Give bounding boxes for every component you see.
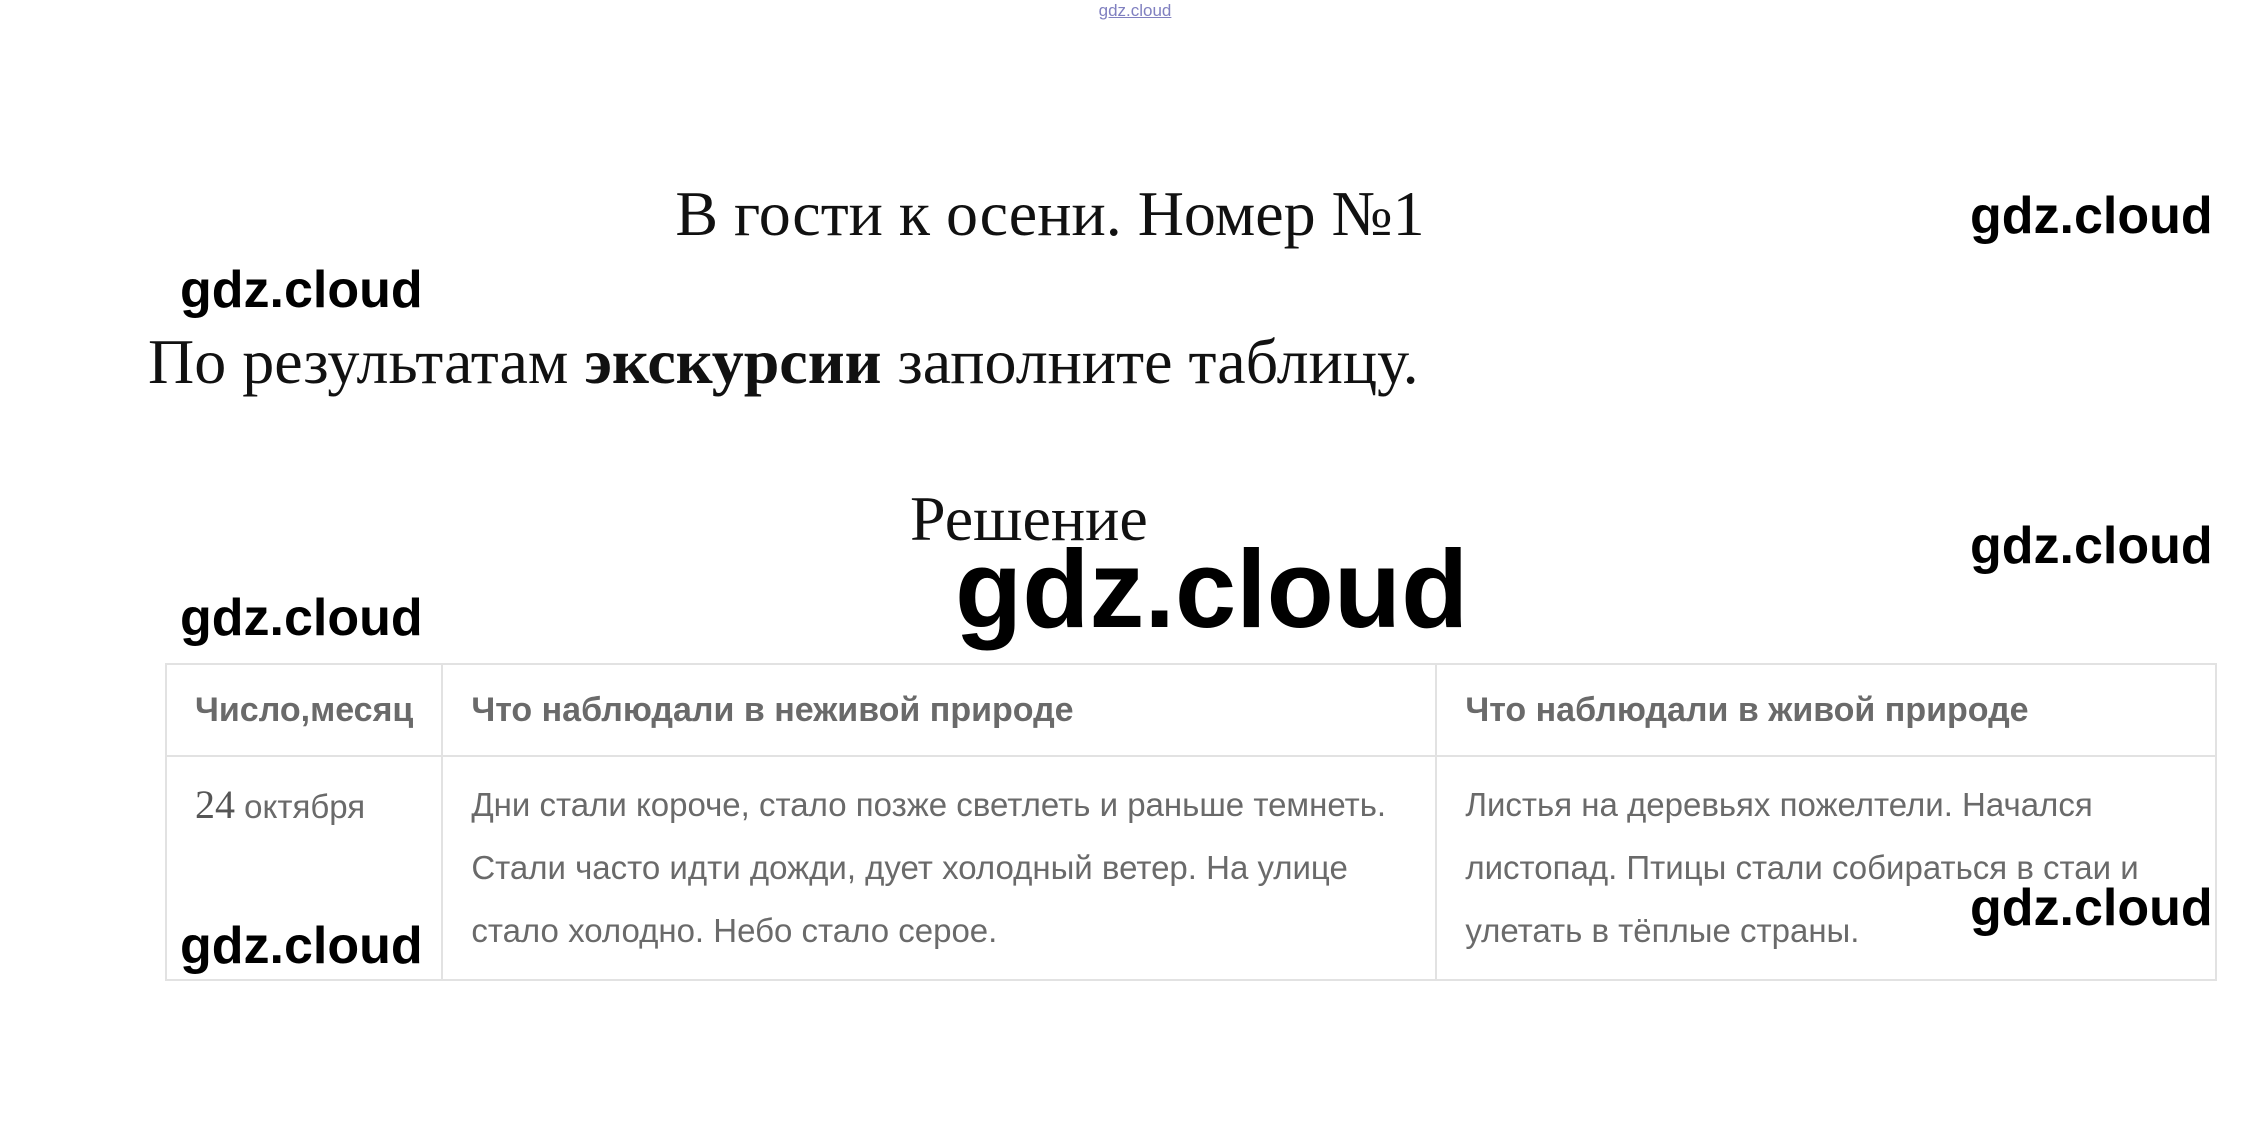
table-header-living: Что наблюдали в живой природе — [1435, 663, 2217, 757]
table-header-row: Число,месяц Что наблюдали в неживой прир… — [164, 663, 2217, 757]
table-header-nonliving: Что наблюдали в неживой природе — [441, 663, 1438, 757]
table-header-date: Число,месяц — [164, 663, 444, 757]
gdz-link[interactable]: gdz.cloud — [1095, 1, 1175, 21]
watermark: gdz.cloud — [1970, 879, 2213, 937]
watermark-large: gdz.cloud — [955, 528, 1469, 651]
date-day: 24 — [195, 782, 235, 827]
task-text: По результатам экскурсии заполните табли… — [148, 330, 1419, 394]
date-month: октября — [235, 788, 366, 825]
table-cell-nonliving: Дни стали короче, стало позже светлеть и… — [441, 755, 1438, 981]
task-text-after: заполните таблицу. — [881, 326, 1419, 397]
watermark: gdz.cloud — [180, 917, 423, 975]
watermark: gdz.cloud — [1970, 517, 2213, 575]
task-text-before: По результатам — [148, 326, 585, 397]
table-row: 24 октября Дни стали короче, стало позже… — [164, 755, 2217, 981]
observation-table: Число,месяц Что наблюдали в неживой прир… — [164, 663, 2217, 981]
watermark: gdz.cloud — [1970, 187, 2213, 245]
page-title: В гости к осени. Номер №1 — [675, 178, 1425, 249]
watermark: gdz.cloud — [180, 261, 423, 319]
task-text-bold: экскурсии — [584, 326, 882, 397]
watermark: gdz.cloud — [180, 589, 423, 647]
table-cell-living: Листья на деревьях пожелтели. Начался ли… — [1435, 755, 2217, 981]
